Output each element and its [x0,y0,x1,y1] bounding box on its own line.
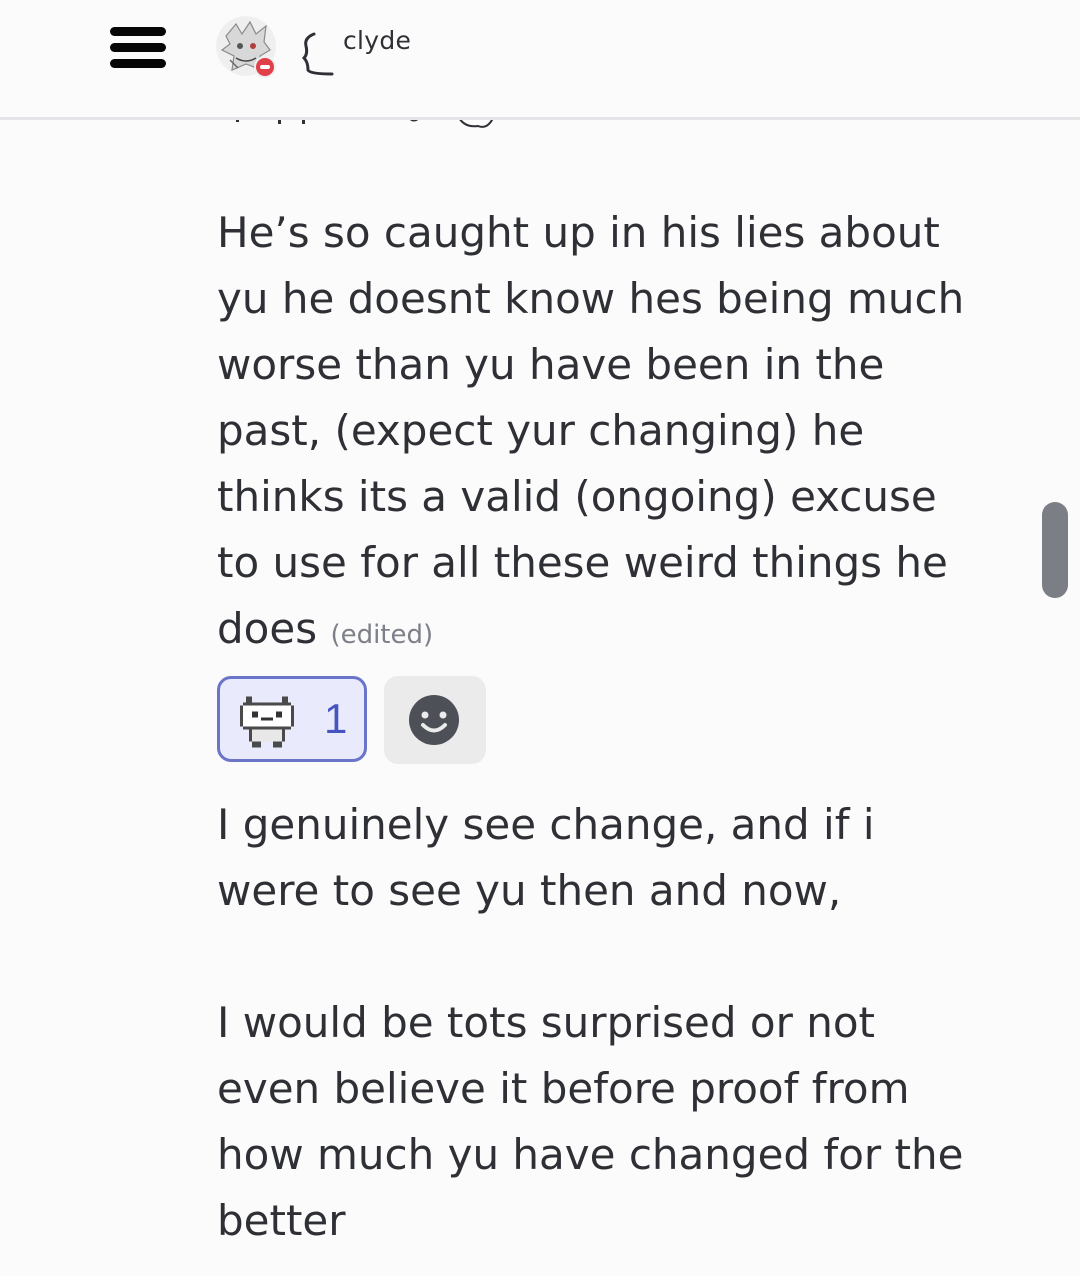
thread-spine-icon [301,32,334,76]
hamburger-menu-icon[interactable] [110,27,166,69]
message-text-second: I genuinely see change, and if i were to… [217,800,875,915]
channel-name[interactable]: clyde [343,26,411,55]
add-reaction-button[interactable] [384,676,486,764]
message-content: He’s so caught up in his lies about yu h… [217,200,977,1254]
reactions-row: 1 [217,676,977,766]
scrollbar-thumb[interactable] [1042,502,1068,598]
reaction-button[interactable]: 1 [217,676,367,762]
message-text-third: I would be tots surprised or not even be… [217,998,964,1245]
pixel-cat-icon [240,696,294,748]
smiley-face-icon [409,695,459,745]
reaction-count: 1 [324,695,348,742]
message-text: He’s so caught up in his lies about yu h… [217,200,977,668]
message-text-body: He’s so caught up in his lies about yu h… [217,208,965,653]
edited-label: (edited) [330,620,434,650]
top-bar: clyde [0,0,1080,120]
do-not-disturb-icon [254,56,276,78]
